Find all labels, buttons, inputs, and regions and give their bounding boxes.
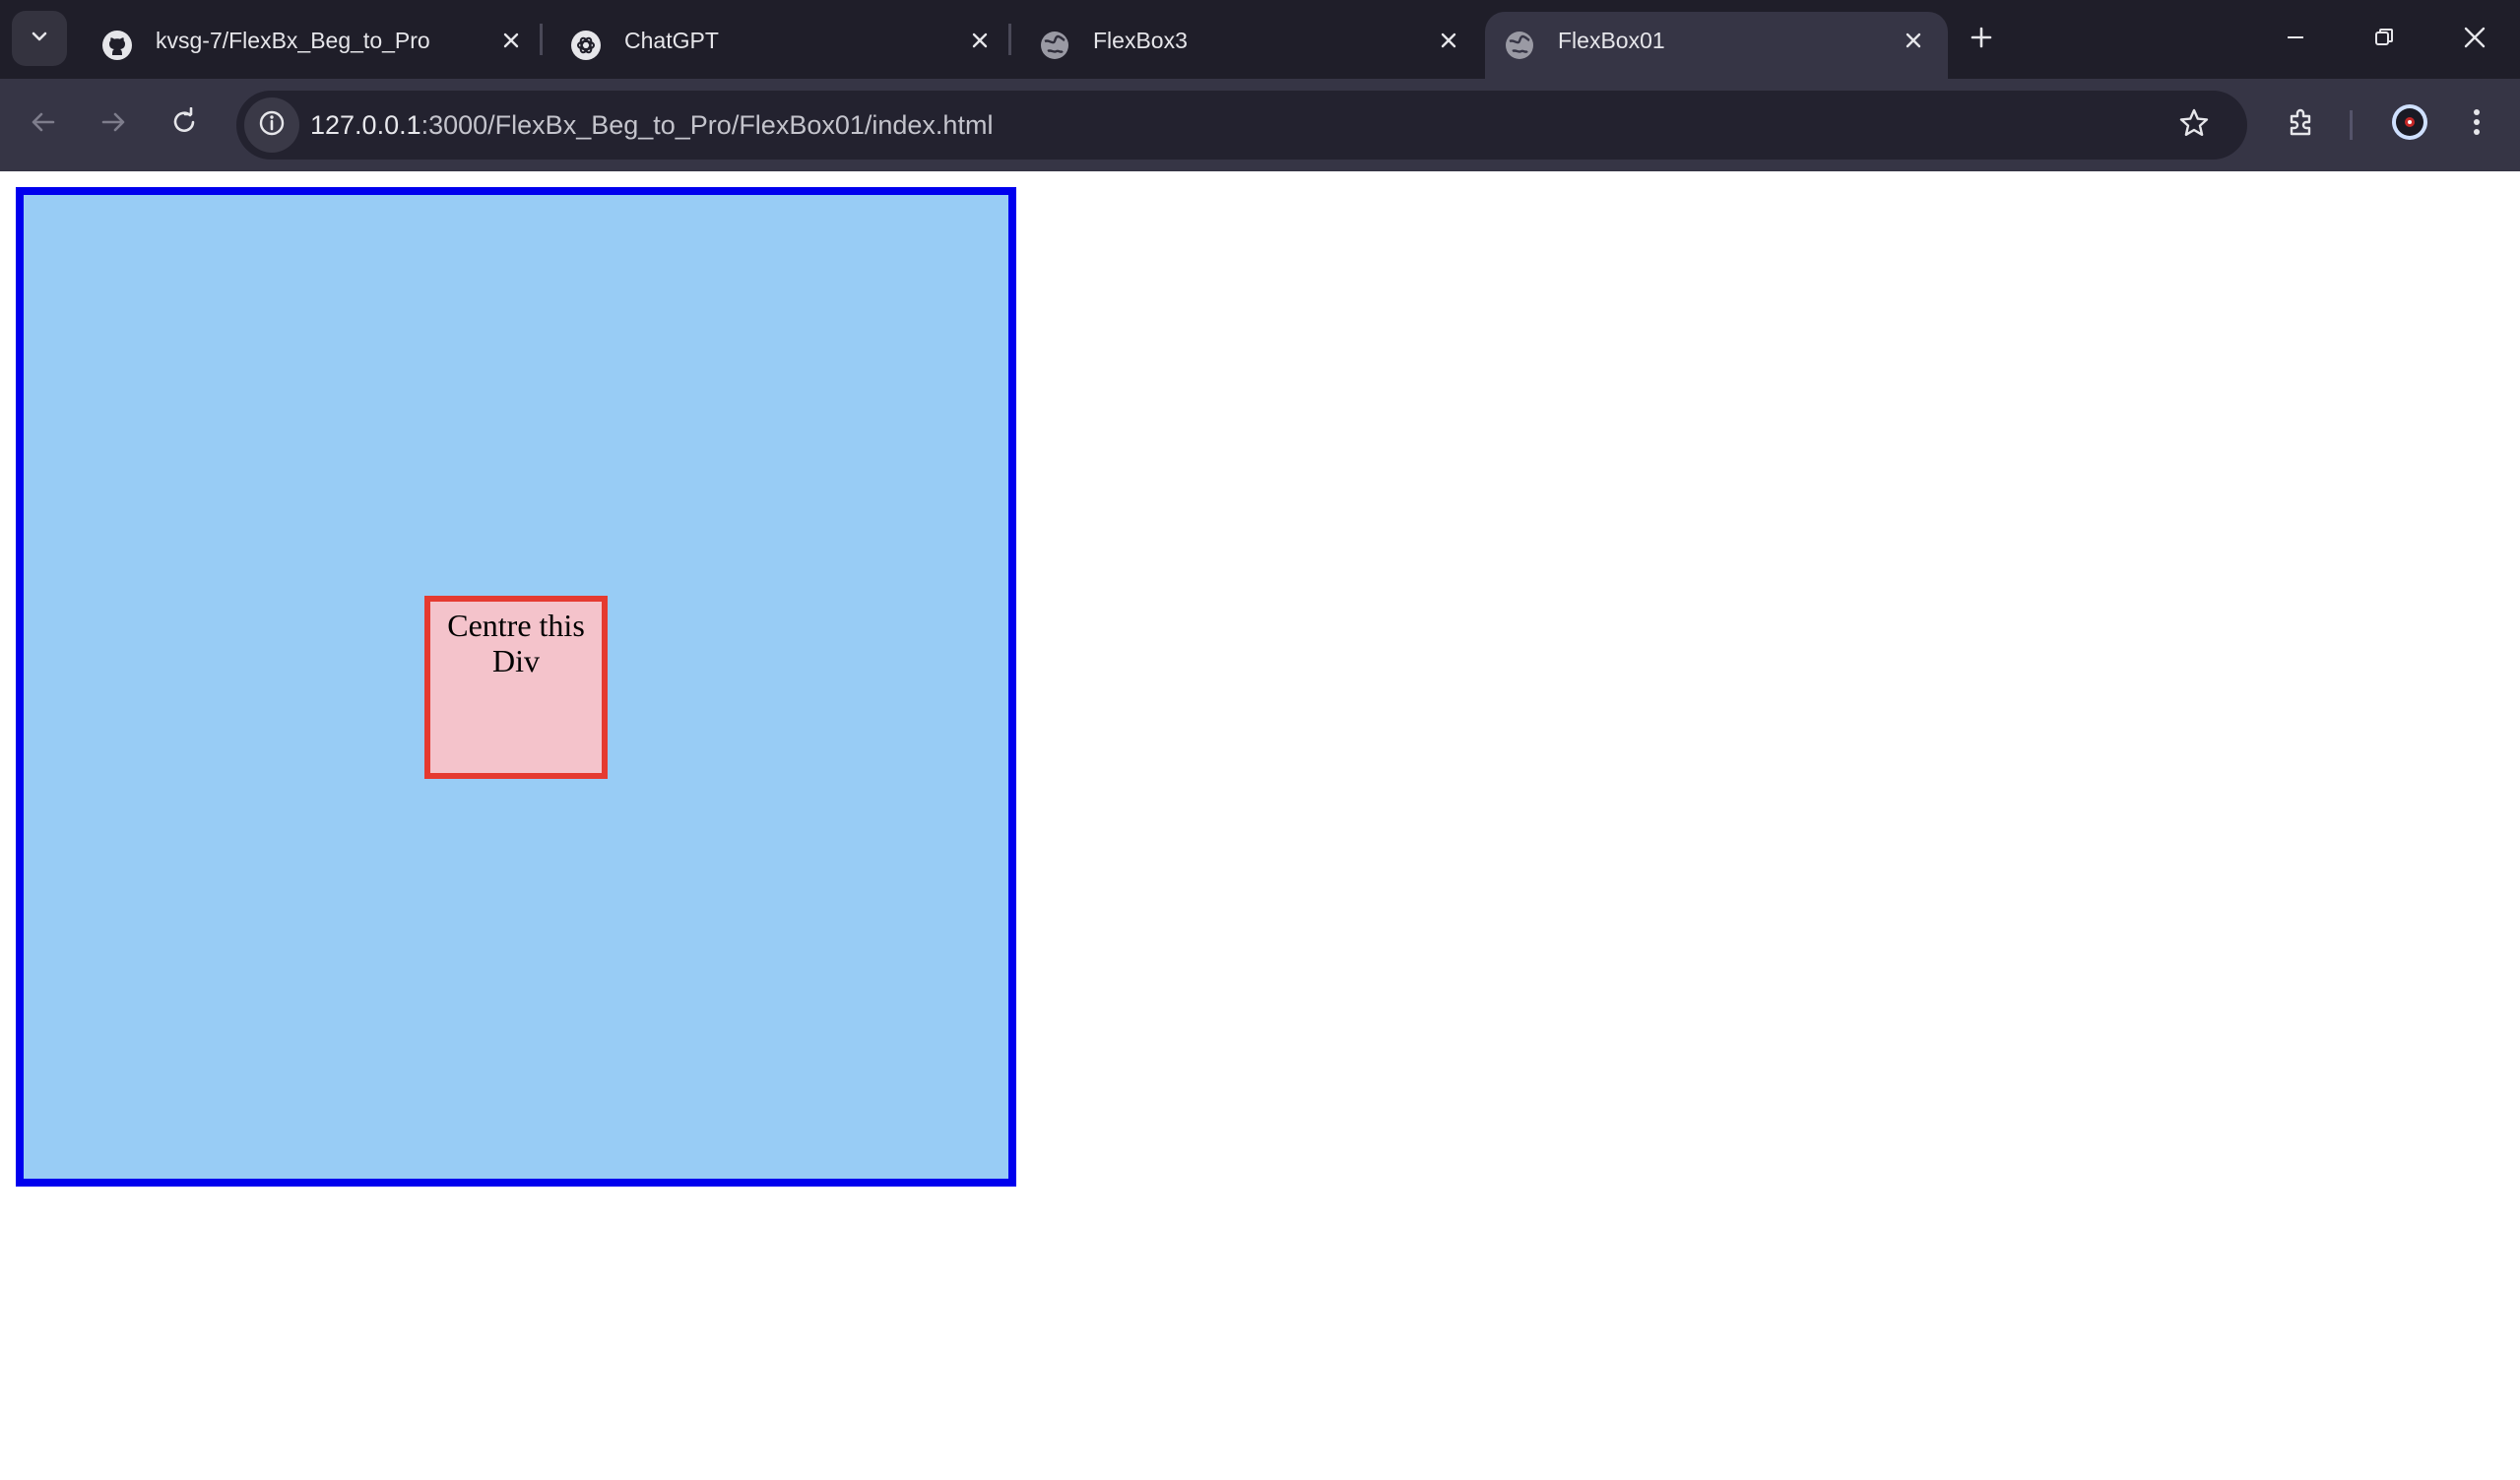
url-host: 127.0.0.1 <box>310 110 421 140</box>
back-button[interactable] <box>20 100 67 148</box>
extensions-button[interactable] <box>2278 100 2325 148</box>
url-path: :3000/FlexBx_Beg_to_Pro/FlexBox01/index.… <box>420 110 994 140</box>
more-vertical-icon <box>2472 106 2482 143</box>
avatar-icon <box>2390 102 2429 147</box>
minimize-icon <box>2285 27 2306 53</box>
tab-search-button[interactable] <box>12 11 67 66</box>
flex-container: Centre this Div <box>16 187 1016 1187</box>
profile-button[interactable] <box>2386 100 2433 148</box>
chevron-down-icon <box>29 26 50 52</box>
info-icon <box>258 109 286 142</box>
reload-button[interactable] <box>161 100 208 148</box>
close-icon[interactable] <box>965 26 995 55</box>
forward-button[interactable] <box>90 100 137 148</box>
tab-flexbox01[interactable]: FlexBox01 <box>1485 12 1948 79</box>
tab-divider <box>1008 24 1011 55</box>
site-info-button[interactable] <box>244 97 299 153</box>
close-icon[interactable] <box>496 26 526 55</box>
tab-title: FlexBox3 <box>1093 28 1188 53</box>
tab-title: ChatGPT <box>624 28 719 53</box>
arrow-left-icon <box>29 107 58 142</box>
plus-icon <box>1970 26 1993 54</box>
close-icon[interactable] <box>1899 26 1928 55</box>
close-icon[interactable] <box>1434 26 1463 55</box>
restore-button[interactable] <box>2360 16 2408 63</box>
tab-strip: kvsg-7/FlexBx_Beg_to_Pro ChatGPT FlexBox… <box>0 0 2520 79</box>
github-icon <box>100 29 134 62</box>
browser-chrome: kvsg-7/FlexBx_Beg_to_Pro ChatGPT FlexBox… <box>0 0 2520 171</box>
star-icon <box>2178 107 2210 144</box>
toolbar-divider <box>2350 110 2353 140</box>
chatgpt-icon <box>569 29 603 62</box>
tab-title: FlexBox01 <box>1558 28 1665 53</box>
new-tab-button[interactable] <box>1960 18 2003 61</box>
tab-title: kvsg-7/FlexBx_Beg_to_Pro <box>156 28 430 53</box>
tab-flexbox3[interactable]: FlexBox3 <box>1020 12 1483 79</box>
browser-menu-button[interactable] <box>2453 100 2500 148</box>
bookmark-button[interactable] <box>2170 101 2218 149</box>
globe-icon <box>1503 29 1536 62</box>
address-bar[interactable]: 127.0.0.1:3000/FlexBx_Beg_to_Pro/FlexBox… <box>236 91 2247 160</box>
tab-chatgpt[interactable]: ChatGPT <box>551 12 1014 79</box>
arrow-right-icon <box>98 107 128 142</box>
reload-icon <box>169 106 199 142</box>
window-close-button[interactable] <box>2451 16 2498 63</box>
url-text: 127.0.0.1:3000/FlexBx_Beg_to_Pro/FlexBox… <box>310 91 993 160</box>
close-icon <box>2463 26 2487 54</box>
restore-icon <box>2373 27 2395 53</box>
globe-icon <box>1038 29 1071 62</box>
tab-github[interactable]: kvsg-7/FlexBx_Beg_to_Pro <box>83 12 546 79</box>
puzzle-icon <box>2286 106 2317 143</box>
browser-toolbar: 127.0.0.1:3000/FlexBx_Beg_to_Pro/FlexBox… <box>0 79 2520 171</box>
minimize-button[interactable] <box>2272 16 2319 63</box>
page-viewport: Centre this Div <box>0 171 2520 1480</box>
centered-box: Centre this Div <box>424 595 608 779</box>
tab-divider <box>540 24 543 55</box>
